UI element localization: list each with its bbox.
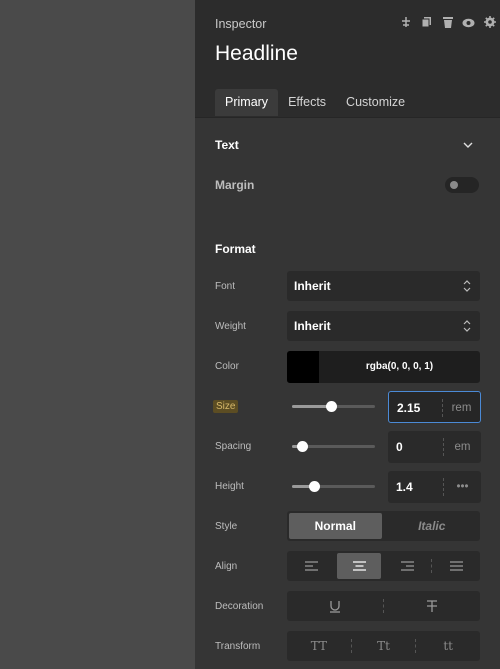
align-justify-icon[interactable]	[434, 553, 478, 579]
divider	[415, 639, 417, 653]
settings-icon[interactable]	[479, 16, 500, 32]
strikethrough-icon[interactable]	[386, 593, 478, 619]
decoration-label: Decoration	[215, 601, 264, 612]
color-label: Color	[215, 361, 239, 372]
uppercase-button[interactable]: TT	[289, 633, 349, 659]
spacing-slider[interactable]	[292, 441, 375, 452]
style-label: Style	[215, 521, 238, 532]
element-title: Headline	[215, 42, 298, 65]
text-section-label[interactable]: Text	[215, 138, 239, 152]
divider	[350, 639, 352, 653]
align-right-icon[interactable]	[385, 553, 429, 579]
color-swatch[interactable]	[287, 351, 319, 383]
style-italic-button[interactable]: Italic	[386, 513, 479, 539]
size-value: 2.15	[397, 401, 421, 415]
size-label: Size	[213, 400, 239, 413]
divider	[431, 559, 432, 573]
tab-customize[interactable]: Customize	[336, 89, 415, 116]
slider-handle[interactable]	[296, 441, 308, 452]
style-toggle: Normal Italic	[287, 511, 480, 541]
duplicate-icon[interactable]	[416, 16, 437, 32]
align-center-icon[interactable]	[337, 553, 381, 579]
font-label: Font	[215, 281, 236, 292]
margin-toggle[interactable]	[445, 177, 479, 193]
height-value: 1.4	[396, 480, 413, 494]
font-value: Inherit	[294, 279, 331, 293]
decoration-toggle	[287, 591, 480, 621]
slider-handle[interactable]	[309, 481, 321, 492]
align-label: Align	[215, 561, 238, 572]
weight-label: Weight	[215, 321, 246, 332]
capitalize-button[interactable]: Tt	[354, 633, 414, 659]
height-more-icon[interactable]: •••	[444, 471, 481, 503]
delete-icon[interactable]	[437, 16, 458, 32]
height-slider[interactable]	[292, 481, 375, 492]
format-section-label: Format	[215, 242, 256, 256]
spacing-label: Spacing	[215, 441, 252, 452]
tab-primary[interactable]: Primary	[215, 89, 279, 116]
updown-icon	[463, 280, 471, 292]
height-input[interactable]: 1.4 •••	[388, 471, 481, 503]
chevron-down-icon[interactable]	[462, 140, 474, 150]
inspector-panel: Inspector Headline Primary Effects Custo…	[195, 0, 500, 669]
visibility-icon[interactable]	[458, 16, 479, 32]
spacing-input[interactable]: 0 em	[388, 431, 481, 463]
canvas-area	[0, 0, 195, 669]
tab-effects[interactable]: Effects	[278, 89, 336, 116]
weight-select[interactable]: Inherit	[287, 311, 480, 341]
size-slider[interactable]	[292, 401, 375, 412]
margin-label: Margin	[215, 178, 255, 192]
slider-handle[interactable]	[326, 401, 337, 412]
transform-label: Transform	[215, 641, 261, 652]
height-label: Height	[215, 481, 244, 492]
spacing-value: 0	[396, 440, 403, 454]
lowercase-button[interactable]: tt	[418, 633, 478, 659]
underline-icon[interactable]	[289, 593, 381, 619]
style-normal-button[interactable]: Normal	[289, 513, 382, 539]
font-select[interactable]: Inherit	[287, 271, 480, 301]
anchor-icon[interactable]	[395, 16, 416, 32]
inspector-title: Inspector	[215, 17, 267, 31]
size-unit[interactable]: rem	[443, 392, 480, 424]
align-toggle	[287, 551, 480, 581]
header-actions	[395, 16, 500, 32]
size-input[interactable]: 2.15 rem	[388, 391, 481, 423]
weight-value: Inherit	[294, 319, 331, 333]
align-left-icon[interactable]	[289, 553, 333, 579]
inspector-header: Inspector Headline Primary Effects Custo…	[195, 0, 500, 118]
inspector-tabs: Primary Effects Customize	[215, 89, 415, 116]
divider	[383, 599, 384, 613]
transform-toggle: TT Tt tt	[287, 631, 480, 661]
color-value: rgba(0, 0, 0, 1)	[365, 361, 434, 372]
spacing-unit[interactable]: em	[444, 431, 481, 463]
updown-icon	[463, 320, 471, 332]
color-picker[interactable]: rgba(0, 0, 0, 1)	[287, 351, 480, 383]
